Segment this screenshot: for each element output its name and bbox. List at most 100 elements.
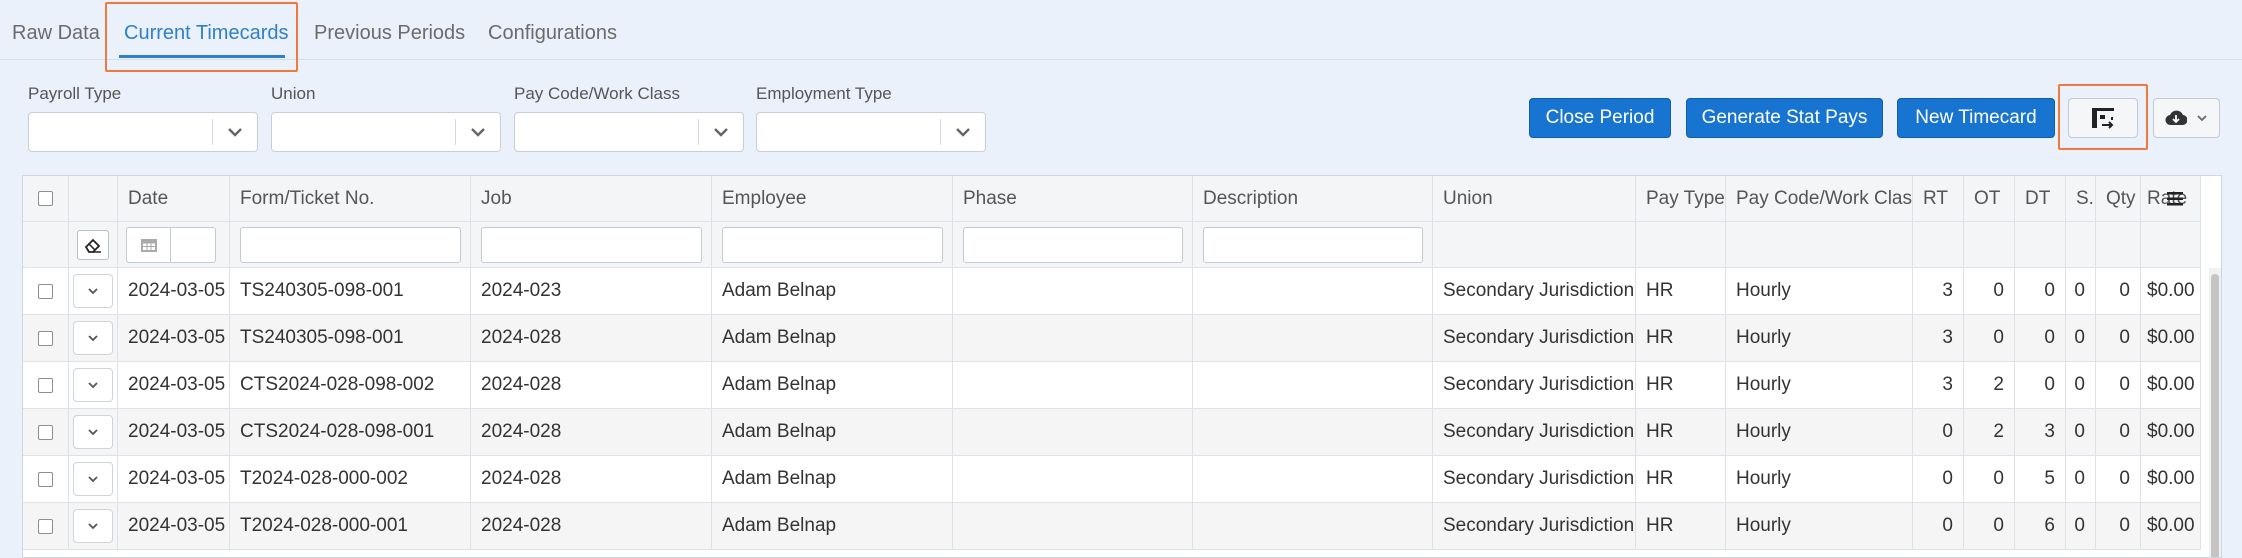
row-checkbox[interactable] <box>38 283 53 299</box>
table-cell-phase <box>953 409 1193 456</box>
union-label: Union <box>271 84 316 103</box>
table-cell-pay-type: HR <box>1636 456 1726 503</box>
column-header-dt[interactable]: DT <box>2015 176 2066 222</box>
cell-value: $0.00 <box>2147 421 2195 442</box>
table-cell-select[interactable] <box>23 409 69 456</box>
row-expand-button[interactable] <box>73 415 113 449</box>
column-header-label: Date <box>128 187 169 209</box>
table-cell-select[interactable] <box>23 456 69 503</box>
table-cell-pay-code: Hourly <box>1726 362 1913 409</box>
table-cell-expand[interactable] <box>69 362 118 409</box>
payroll-type-select[interactable] <box>28 112 258 152</box>
generate-stat-pays-button[interactable]: Generate Stat Pays <box>1686 98 1883 138</box>
table-cell-qty: 0 <box>2096 362 2141 409</box>
column-header-employee[interactable]: Employee <box>712 176 953 222</box>
cell-value: 0 <box>1942 515 1953 536</box>
column-header-ticket-number[interactable]: Form/Ticket No. <box>230 176 471 222</box>
cell-value: HR <box>1646 468 1674 489</box>
column-header-s[interactable]: S.. <box>2066 176 2096 222</box>
cell-value: Hourly <box>1736 468 1791 489</box>
clear-filters-button[interactable] <box>77 229 109 260</box>
column-header-select[interactable] <box>23 176 69 222</box>
table-cell-phase <box>953 456 1193 503</box>
phase-filter-input[interactable] <box>963 226 1183 263</box>
cell-value: Hourly <box>1736 280 1791 301</box>
pay-code-select[interactable] <box>514 112 744 152</box>
table-cell-phase <box>953 315 1193 362</box>
job-filter-input[interactable] <box>481 226 702 263</box>
column-header-union[interactable]: Union <box>1433 176 1636 222</box>
column-header-rate[interactable]: Rate <box>2141 176 2201 222</box>
row-expand-button[interactable] <box>73 321 113 355</box>
employee-filter-input[interactable] <box>722 226 943 263</box>
cell-value: HR <box>1646 515 1674 536</box>
table-cell-select[interactable] <box>23 362 69 409</box>
row-expand-button[interactable] <box>73 509 113 543</box>
column-header-label: Form/Ticket No. <box>240 187 375 209</box>
column-header-expand[interactable] <box>69 176 118 222</box>
column-header-phase[interactable]: Phase <box>953 176 1193 222</box>
row-expand-button[interactable] <box>73 368 113 402</box>
description-filter-input[interactable] <box>1203 226 1423 263</box>
tab-configurations[interactable]: Configurations <box>488 22 617 45</box>
filter-cell-phase <box>953 222 1193 268</box>
row-expand-button[interactable] <box>73 274 113 308</box>
column-header-date[interactable]: Date <box>118 176 230 222</box>
cell-value: Secondary Jurisdiction <box>1443 421 1635 442</box>
cell-value: 0 <box>1942 468 1953 489</box>
tab-raw-data[interactable]: Raw Data <box>12 22 100 45</box>
column-header-description[interactable]: Description <box>1193 176 1433 222</box>
row-checkbox[interactable] <box>38 424 53 440</box>
employment-type-select[interactable] <box>756 112 986 152</box>
table-cell-date: 2024-03-05 <box>118 456 230 503</box>
cell-value: Secondary Jurisdiction <box>1443 515 1635 536</box>
union-select[interactable] <box>271 112 501 152</box>
table-cell-ot: 0 <box>1964 315 2015 362</box>
column-header-qty[interactable]: Qty <box>2096 176 2141 222</box>
row-checkbox[interactable] <box>38 518 53 534</box>
column-header-rt[interactable]: RT <box>1913 176 1964 222</box>
table-cell-pay-type: HR <box>1636 362 1726 409</box>
date-filter-input[interactable] <box>126 226 216 263</box>
cell-value: 2024-03-05 <box>128 468 226 489</box>
column-header-pay-code[interactable]: Pay Code/Work Class <box>1726 176 1913 222</box>
table-cell-pay-type: HR <box>1636 503 1726 550</box>
row-checkbox[interactable] <box>38 330 53 346</box>
calendar-icon[interactable] <box>127 227 171 262</box>
column-header-job[interactable]: Job <box>471 176 712 222</box>
column-header-pay-type[interactable]: Pay Type <box>1636 176 1726 222</box>
row-checkbox[interactable] <box>38 377 53 393</box>
cell-value: 0 <box>2074 468 2085 489</box>
table-cell-rt: 0 <box>1913 409 1964 456</box>
cell-value: 0 <box>2074 421 2085 442</box>
select-all-checkbox[interactable] <box>38 191 53 206</box>
row-expand-button[interactable] <box>73 462 113 496</box>
table-cell-expand[interactable] <box>69 268 118 315</box>
row-checkbox[interactable] <box>38 471 53 487</box>
tab-current-timecards[interactable]: Current Timecards <box>124 22 289 45</box>
table-cell-date: 2024-03-05 <box>118 268 230 315</box>
ticket-number-filter-input[interactable] <box>240 226 461 263</box>
new-timecard-button[interactable]: New Timecard <box>1897 98 2055 138</box>
table-cell-rt: 3 <box>1913 268 1964 315</box>
table-cell-expand[interactable] <box>69 315 118 362</box>
table-cell-rate: $0.00 <box>2141 315 2201 362</box>
table-cell-select[interactable] <box>23 268 69 315</box>
column-menu-icon[interactable] <box>2166 191 2184 207</box>
table-cell-select[interactable] <box>23 503 69 550</box>
export-dropdown-button[interactable] <box>2153 98 2220 138</box>
column-chooser-button[interactable] <box>2068 98 2138 138</box>
cell-value: $0.00 <box>2147 468 2195 489</box>
close-period-button[interactable]: Close Period <box>1529 98 1671 138</box>
table-cell-expand[interactable] <box>69 503 118 550</box>
table-cell-expand[interactable] <box>69 409 118 456</box>
column-header-ot[interactable]: OT <box>1964 176 2015 222</box>
cell-value: 2024-028 <box>481 468 562 489</box>
cell-value: $0.00 <box>2147 374 2195 395</box>
cell-value: Adam Belnap <box>722 468 837 489</box>
tab-previous-periods[interactable]: Previous Periods <box>314 22 465 45</box>
table-cell-select[interactable] <box>23 315 69 362</box>
table-cell-expand[interactable] <box>69 456 118 503</box>
filter-cell-expand <box>69 222 118 268</box>
vertical-scrollbar-thumb[interactable] <box>2211 274 2219 557</box>
